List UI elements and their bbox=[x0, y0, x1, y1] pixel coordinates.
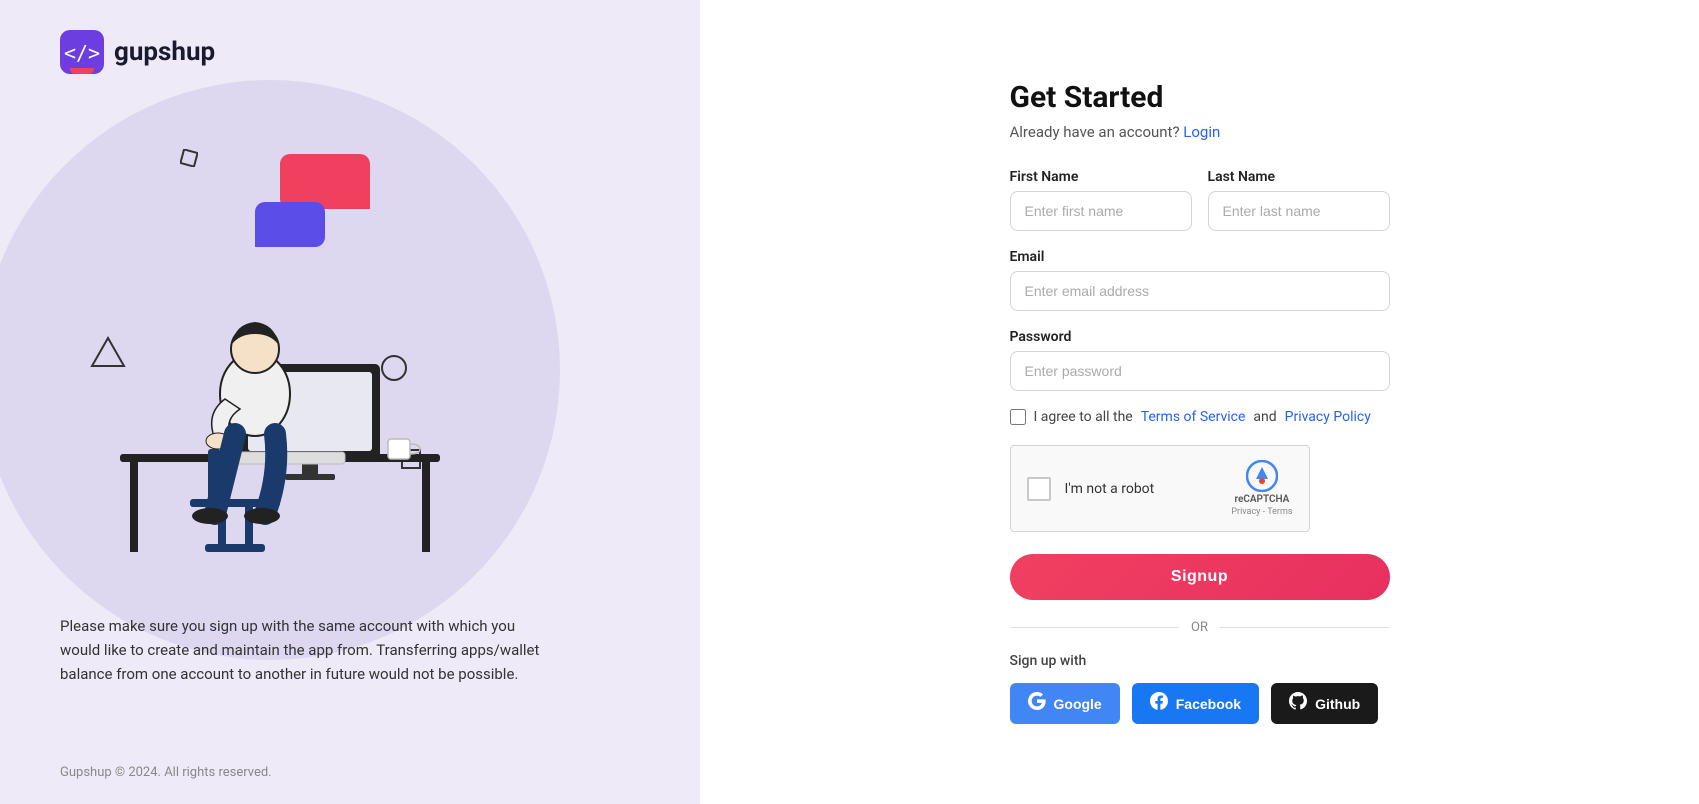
first-name-label: First Name bbox=[1010, 169, 1192, 185]
email-label: Email bbox=[1010, 249, 1390, 265]
description-text: Please make sure you sign up with the sa… bbox=[60, 614, 540, 686]
google-btn-label: Google bbox=[1054, 696, 1102, 712]
email-input[interactable] bbox=[1010, 271, 1390, 311]
logo-text: gupshup bbox=[114, 37, 215, 67]
github-signup-button[interactable]: Github bbox=[1271, 683, 1378, 724]
speech-bubble-red bbox=[280, 154, 370, 209]
illustration-area bbox=[60, 134, 640, 594]
or-line-right bbox=[1220, 627, 1390, 628]
terms-of-service-link[interactable]: Terms of Service bbox=[1141, 409, 1246, 425]
password-label: Password bbox=[1010, 329, 1390, 345]
github-btn-label: Github bbox=[1315, 696, 1360, 712]
last-name-label: Last Name bbox=[1208, 169, 1390, 185]
login-prompt: Already have an account? Login bbox=[1010, 123, 1390, 141]
login-prompt-text: Already have an account? bbox=[1010, 123, 1180, 141]
google-signup-button[interactable]: Google bbox=[1010, 683, 1120, 724]
login-link[interactable]: Login bbox=[1183, 123, 1220, 141]
and-text: and bbox=[1253, 409, 1276, 425]
recaptcha-checkbox[interactable] bbox=[1027, 477, 1051, 501]
last-name-input[interactable] bbox=[1208, 191, 1390, 231]
recaptcha-logo-icon bbox=[1246, 460, 1278, 492]
right-panel: Get Started Already have an account? Log… bbox=[700, 0, 1699, 804]
form-title: Get Started bbox=[1010, 80, 1390, 115]
first-name-group: First Name bbox=[1010, 169, 1192, 231]
signup-button[interactable]: Signup bbox=[1010, 554, 1390, 600]
recaptcha-terms: Privacy - Terms bbox=[1231, 507, 1292, 517]
google-icon bbox=[1028, 692, 1046, 715]
or-text: OR bbox=[1191, 620, 1208, 635]
desk-illustration bbox=[70, 234, 470, 574]
svg-text:</>: </> bbox=[64, 41, 100, 65]
sign-up-with-label: Sign up with bbox=[1010, 653, 1390, 669]
logo-icon: </> bbox=[60, 30, 104, 74]
facebook-btn-label: Facebook bbox=[1176, 696, 1241, 712]
recaptcha-brand: reCAPTCHA bbox=[1234, 494, 1289, 505]
name-row: First Name Last Name bbox=[1010, 169, 1390, 231]
password-group: Password bbox=[1010, 329, 1390, 391]
or-line-left bbox=[1010, 627, 1180, 628]
copyright-text: Gupshup © 2024. All rights reserved. bbox=[60, 765, 272, 780]
shape-small-square bbox=[180, 149, 198, 171]
terms-checkbox[interactable] bbox=[1010, 409, 1026, 425]
facebook-icon bbox=[1150, 692, 1168, 715]
social-buttons: Google Facebook Github bbox=[1010, 683, 1390, 724]
signup-form: Get Started Already have an account? Log… bbox=[1010, 80, 1390, 724]
email-group: Email bbox=[1010, 249, 1390, 311]
password-input[interactable] bbox=[1010, 351, 1390, 391]
first-name-input[interactable] bbox=[1010, 191, 1192, 231]
recaptcha-label: I'm not a robot bbox=[1065, 481, 1155, 497]
recaptcha-box[interactable]: I'm not a robot reCAPTCHA Privacy - Term… bbox=[1010, 445, 1310, 532]
or-divider: OR bbox=[1010, 620, 1390, 635]
privacy-policy-link[interactable]: Privacy Policy bbox=[1285, 409, 1371, 425]
github-icon bbox=[1289, 692, 1307, 715]
terms-text: I agree to all the bbox=[1034, 409, 1133, 425]
recaptcha-left: I'm not a robot bbox=[1027, 477, 1155, 501]
terms-checkbox-row: I agree to all the Terms of Service and … bbox=[1010, 409, 1390, 425]
logo: </> gupshup bbox=[60, 30, 215, 74]
left-panel: </> gupshup bbox=[0, 0, 700, 804]
facebook-signup-button[interactable]: Facebook bbox=[1132, 683, 1259, 724]
last-name-group: Last Name bbox=[1208, 169, 1390, 231]
recaptcha-right: reCAPTCHA Privacy - Terms bbox=[1231, 460, 1292, 517]
